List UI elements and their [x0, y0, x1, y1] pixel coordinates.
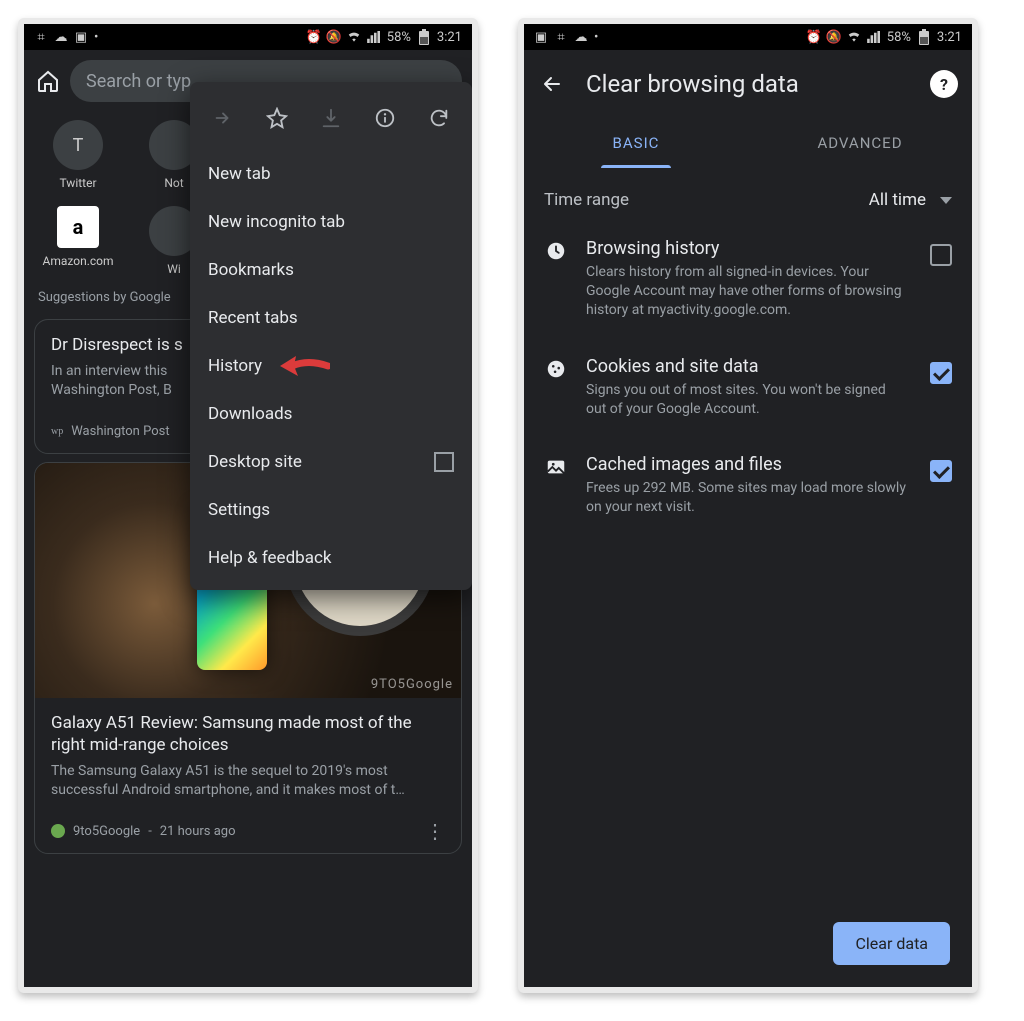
article-subtitle: The Samsung Galaxy A51 is the sequel to …	[51, 762, 445, 800]
desktop-site-checkbox[interactable]	[434, 452, 454, 472]
bookmark-star-icon[interactable]	[259, 100, 295, 136]
article-overflow-icon[interactable]: ⋮	[425, 828, 445, 834]
menu-new-tab[interactable]: New tab	[190, 150, 472, 198]
refresh-icon[interactable]	[421, 100, 457, 136]
clock-time: 3:21	[937, 30, 962, 45]
download-icon[interactable]	[313, 100, 349, 136]
cookie-icon	[544, 358, 568, 380]
slack-icon: ⌗	[34, 30, 48, 44]
menu-recent-tabs[interactable]: Recent tabs	[190, 294, 472, 342]
menu-desktop-site[interactable]: Desktop site	[190, 438, 472, 486]
menu-downloads[interactable]: Downloads	[190, 390, 472, 438]
battery-pct: 58%	[887, 30, 911, 45]
cloud-icon: ☁	[574, 30, 588, 44]
search-placeholder: Search or typ	[86, 71, 191, 92]
shortcut-tile: T	[53, 120, 103, 170]
image-watermark: 9TO5Google	[371, 677, 453, 692]
shortcut-twitter[interactable]: T Twitter	[42, 120, 114, 190]
battery-pct: 58%	[387, 30, 411, 45]
dash: -	[148, 824, 152, 839]
page-title: Clear browsing data	[586, 70, 910, 98]
menu-history[interactable]: History	[190, 342, 472, 390]
chevron-down-icon	[940, 197, 952, 204]
page-info-icon[interactable]	[367, 100, 403, 136]
menu-settings[interactable]: Settings	[190, 486, 472, 534]
shortcut-label: Amazon.com	[42, 254, 113, 268]
status-dot: •	[594, 30, 598, 45]
slack-icon: ⌗	[554, 30, 568, 44]
tabs: BASIC ADVANCED	[524, 120, 972, 168]
option-cached[interactable]: Cached images and files Frees up 292 MB.…	[524, 436, 972, 535]
checkbox-cookies[interactable]	[930, 362, 952, 384]
forward-icon[interactable]	[205, 100, 241, 136]
article-source: 9to5Google	[73, 824, 140, 839]
image-cache-icon	[544, 456, 568, 478]
photo-icon: ▣	[74, 30, 88, 44]
battery-icon	[917, 30, 931, 44]
option-browsing-history[interactable]: Browsing history Clears history from all…	[524, 220, 972, 338]
menu-bookmarks[interactable]: Bookmarks	[190, 246, 472, 294]
page-header: Clear browsing data ?	[524, 50, 972, 120]
signal-icon	[367, 30, 381, 44]
option-desc: Signs you out of most sites. You won't b…	[586, 381, 906, 419]
photo-icon: ▣	[534, 30, 548, 44]
shortcut-label: Not	[164, 176, 183, 190]
wapo-icon: wp	[51, 426, 63, 437]
status-bar: ⌗ ☁ ▣ • ⏰ 🔕 58% 3:21	[24, 24, 472, 50]
checkbox-browsing-history[interactable]	[930, 244, 952, 266]
alarm-icon: ⏰	[307, 30, 321, 44]
battery-icon	[417, 30, 431, 44]
wifi-icon	[847, 30, 861, 44]
status-dot: •	[94, 30, 98, 45]
time-range-label: Time range	[544, 190, 629, 210]
article-source: Washington Post	[71, 424, 169, 439]
option-cookies[interactable]: Cookies and site data Signs you out of m…	[524, 338, 972, 437]
home-button[interactable]	[34, 67, 62, 95]
back-button[interactable]	[538, 70, 566, 98]
shortcut-amazon[interactable]: a Amazon.com	[42, 206, 114, 276]
article-age: 21 hours ago	[160, 824, 236, 839]
option-desc: Frees up 292 MB. Some sites may load mor…	[586, 479, 906, 517]
menu-help-feedback[interactable]: Help & feedback	[190, 534, 472, 582]
option-title: Cookies and site data	[586, 356, 906, 377]
wifi-icon	[347, 30, 361, 44]
shortcut-label: Wi	[167, 262, 181, 276]
phone-left-chrome-ntp: ⌗ ☁ ▣ • ⏰ 🔕 58% 3:21 Search or typ	[18, 18, 478, 993]
tab-advanced[interactable]: ADVANCED	[748, 120, 972, 168]
option-title: Cached images and files	[586, 454, 906, 475]
source-badge-icon	[51, 824, 65, 838]
help-button[interactable]: ?	[930, 70, 958, 98]
tab-basic[interactable]: BASIC	[524, 120, 748, 168]
clear-data-button[interactable]: Clear data	[833, 922, 950, 965]
article-title: Galaxy A51 Review: Samsung made most of …	[51, 712, 445, 756]
mute-icon: 🔕	[327, 30, 341, 44]
chrome-overflow-menu: New tab New incognito tab Bookmarks Rece…	[190, 82, 472, 590]
menu-new-incognito-tab[interactable]: New incognito tab	[190, 198, 472, 246]
clock-history-icon	[544, 240, 568, 262]
status-bar: ▣ ⌗ ☁ • ⏰ 🔕 58% 3:21	[524, 24, 972, 50]
amazon-tile-icon: a	[57, 206, 99, 248]
shortcut-label: Twitter	[59, 176, 96, 190]
signal-icon	[867, 30, 881, 44]
cloud-icon: ☁	[54, 30, 68, 44]
checkbox-cached[interactable]	[930, 460, 952, 482]
time-range-selector[interactable]: Time range All time	[524, 168, 972, 220]
option-desc: Clears history from all signed-in device…	[586, 263, 906, 320]
alarm-icon: ⏰	[807, 30, 821, 44]
time-range-value: All time	[869, 190, 926, 210]
phone-right-clear-browsing-data: ▣ ⌗ ☁ • ⏰ 🔕 58% 3:21 Clear browsing data	[518, 18, 978, 993]
mute-icon: 🔕	[827, 30, 841, 44]
clock-time: 3:21	[437, 30, 462, 45]
tutorial-arrow-icon	[274, 351, 330, 381]
option-title: Browsing history	[586, 238, 906, 259]
